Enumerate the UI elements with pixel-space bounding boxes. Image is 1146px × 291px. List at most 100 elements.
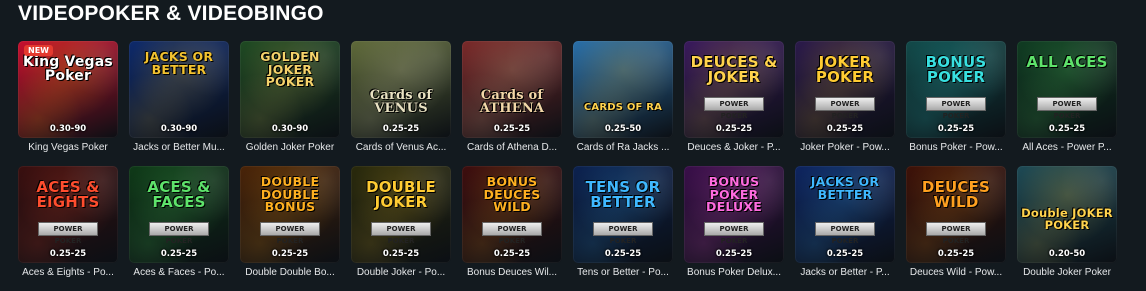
game-name[interactable]: Double Joker - Po... [351,267,451,278]
game-tile[interactable]: GOLDEN JOKER POKER 0.30-90 Golden Joker Po… [240,41,340,153]
game-name[interactable]: Aces & Faces - Po... [129,267,229,278]
game-thumbnail[interactable]: King Vegas Poker NEW 0.30-90 [18,41,118,138]
game-name[interactable]: Golden Joker Poker [240,142,340,153]
stake-range: 0.25-25 [715,124,753,134]
game-name[interactable]: Double Double Bo... [240,267,340,278]
stake-range: 0.25-50 [604,124,642,134]
game-art-title: JOKER POKER [815,53,875,86]
stake-range: 0.30-90 [49,124,87,134]
game-name[interactable]: Jacks or Better Mu... [129,142,229,153]
game-name[interactable]: Bonus Deuces Wil... [462,267,562,278]
game-name[interactable]: Double Joker Poker [1017,267,1117,278]
game-art-title: CARDS OF RA [583,102,663,113]
game-tile[interactable]: JACKS OR BETTER 0.30-90 Jacks or Better Mu… [129,41,229,153]
game-art-title: BONUS POKER [925,53,987,86]
power-poker-plate: POWER POKER [149,222,209,245]
game-art-title: JACKS OR BETTER [144,49,214,77]
game-tile[interactable]: CARDS OF RA 0.25-50 Cards of Ra Jacks ... [573,41,673,153]
stake-range: 0.25-25 [937,124,975,134]
game-thumbnail[interactable]: DOUBLE DOUBLE BONUS POWER POKER 0.25-25 [240,166,340,263]
game-name[interactable]: Cards of Venus Ac... [351,142,451,153]
game-name[interactable]: Cards of Ra Jacks ... [573,142,673,153]
game-thumbnail[interactable]: JOKER POKER POWER POKER 0.25-25 [795,41,895,138]
game-tile[interactable]: Cards of ATHENA 0.25-25 Cards of Athena D.… [462,41,562,153]
game-name[interactable]: Deuces Wild - Pow... [906,267,1006,278]
game-name[interactable]: King Vegas Poker [18,142,118,153]
game-name[interactable]: Tens or Better - Po... [573,267,673,278]
stake-range: 0.25-25 [937,249,975,259]
game-name[interactable]: Aces & Eights - Po... [18,267,118,278]
game-thumbnail[interactable]: ACES & EIGHTS POWER POKER 0.25-25 [18,166,118,263]
power-poker-plate: POWER POKER [704,222,764,245]
game-tile[interactable]: ALL ACES POWER POKER 0.25-25 All Aces - Pow… [1017,41,1117,153]
power-poker-plate: POWER POKER [593,222,653,245]
game-thumbnail[interactable]: TENS OR BETTER POWER POKER 0.25-25 [573,166,673,263]
game-thumbnail[interactable]: ALL ACES POWER POKER 0.25-25 [1017,41,1117,138]
game-name[interactable]: Deuces & Joker - P... [684,142,784,153]
game-tile[interactable]: DOUBLE JOKER POWER POKER 0.25-25 Double Jok… [351,166,451,278]
game-name[interactable]: All Aces - Power P... [1017,142,1117,153]
game-thumbnail[interactable]: DOUBLE JOKER POWER POKER 0.25-25 [351,166,451,263]
game-thumbnail[interactable]: Cards of ATHENA 0.25-25 [462,41,562,138]
stake-range: 0.30-90 [271,124,309,134]
game-tile[interactable]: ACES & FACES POWER POKER 0.25-25 Aces & Fac… [129,166,229,278]
game-thumbnail[interactable]: JACKS OR BETTER 0.30-90 [129,41,229,138]
stake-range: 0.25-25 [715,249,753,259]
power-poker-plate: POWER POKER [260,222,320,245]
game-name[interactable]: Joker Poker - Pow... [795,142,895,153]
game-name[interactable]: Bonus Poker - Pow... [906,142,1006,153]
game-tile[interactable]: DEUCES & JOKER POWER POKER 0.25-25 Deuces &… [684,41,784,153]
power-poker-plate: POWER POKER [482,222,542,245]
game-thumbnail[interactable]: Cards of VENUS 0.25-25 [351,41,451,138]
section-title: VIDEOPOKER & VIDEOBINGO [18,2,324,25]
game-tile[interactable]: JACKS OR BETTER POWER POKER 0.25-25 Jacks o… [795,166,895,278]
game-tile[interactable]: JOKER POKER POWER POKER 0.25-25 Joker Poker… [795,41,895,153]
game-tile[interactable]: Cards of VENUS 0.25-25 Cards of Venus Ac..… [351,41,451,153]
game-art-title: ACES & EIGHTS [36,178,100,211]
game-name[interactable]: Cards of Athena D... [462,142,562,153]
game-thumbnail[interactable]: BONUS POKER POWER POKER 0.25-25 [906,41,1006,138]
game-art-title: DEUCES WILD [921,178,991,211]
game-tile[interactable]: King Vegas Poker NEW 0.30-90 King Vegas Pok… [18,41,118,153]
stake-range: 0.25-25 [1048,124,1086,134]
game-thumbnail[interactable]: BONUS POKER DELUXE POWER POKER 0.25-25 [684,166,784,263]
game-art-title: BONUS DEUCES WILD [483,174,541,214]
game-art-title: DOUBLE JOKER [366,178,436,211]
game-art-title: DOUBLE DOUBLE BONUS [260,174,320,214]
power-poker-plate: POWER POKER [704,97,764,120]
game-tile[interactable]: DEUCES WILD POWER POKER 0.25-25 Deuces Wild… [906,166,1006,278]
game-tile[interactable]: ACES & EIGHTS POWER POKER 0.25-25 Aces & Ei… [18,166,118,278]
game-thumbnail[interactable]: Double JOKER POKER 0.20-50 [1017,166,1117,263]
stake-range: 0.25-25 [49,249,87,259]
game-art-title: Cards of ATHENA [479,88,545,116]
stake-range: 0.25-25 [604,249,642,259]
stake-range: 0.25-25 [493,249,531,259]
game-thumbnail[interactable]: DEUCES WILD POWER POKER 0.25-25 [906,166,1006,263]
game-name[interactable]: Jacks or Better - P... [795,267,895,278]
stake-range: 0.25-25 [493,124,531,134]
game-tile[interactable]: BONUS POKER POWER POKER 0.25-25 Bonus Poker… [906,41,1006,153]
game-tile[interactable]: BONUS POKER DELUXE POWER POKER 0.25-25 Bonu… [684,166,784,278]
game-thumbnail[interactable]: ACES & FACES POWER POKER 0.25-25 [129,166,229,263]
game-art-title: ACES & FACES [147,178,211,211]
game-tile[interactable]: BONUS DEUCES WILD POWER POKER 0.25-25 Bonus… [462,166,562,278]
game-art-title: GOLDEN JOKER POKER [260,49,320,89]
game-tile[interactable]: TENS OR BETTER POWER POKER 0.25-25 Tens or … [573,166,673,278]
stake-range: 0.25-25 [160,249,198,259]
stake-range: 0.25-25 [271,249,309,259]
stake-range: 0.25-25 [382,124,420,134]
game-thumbnail[interactable]: GOLDEN JOKER POKER 0.30-90 [240,41,340,138]
game-tile[interactable]: DOUBLE DOUBLE BONUS POWER POKER 0.25-25 Dou… [240,166,340,278]
game-art-title: DEUCES & JOKER [690,53,778,86]
game-name[interactable]: Bonus Poker Delux... [684,267,784,278]
game-thumbnail[interactable]: BONUS DEUCES WILD POWER POKER 0.25-25 [462,166,562,263]
power-poker-plate: POWER POKER [371,222,431,245]
game-thumbnail[interactable]: DEUCES & JOKER POWER POKER 0.25-25 [684,41,784,138]
power-poker-plate: POWER POKER [1037,97,1097,120]
game-thumbnail[interactable]: JACKS OR BETTER POWER POKER 0.25-25 [795,166,895,263]
game-thumbnail[interactable]: CARDS OF RA 0.25-50 [573,41,673,138]
game-art-title: JACKS OR BETTER [810,174,880,202]
stake-range: 0.25-25 [826,124,864,134]
game-art-title: TENS OR BETTER [585,178,661,211]
game-tile[interactable]: Double JOKER POKER 0.20-50 Double Joker Po… [1017,166,1117,278]
